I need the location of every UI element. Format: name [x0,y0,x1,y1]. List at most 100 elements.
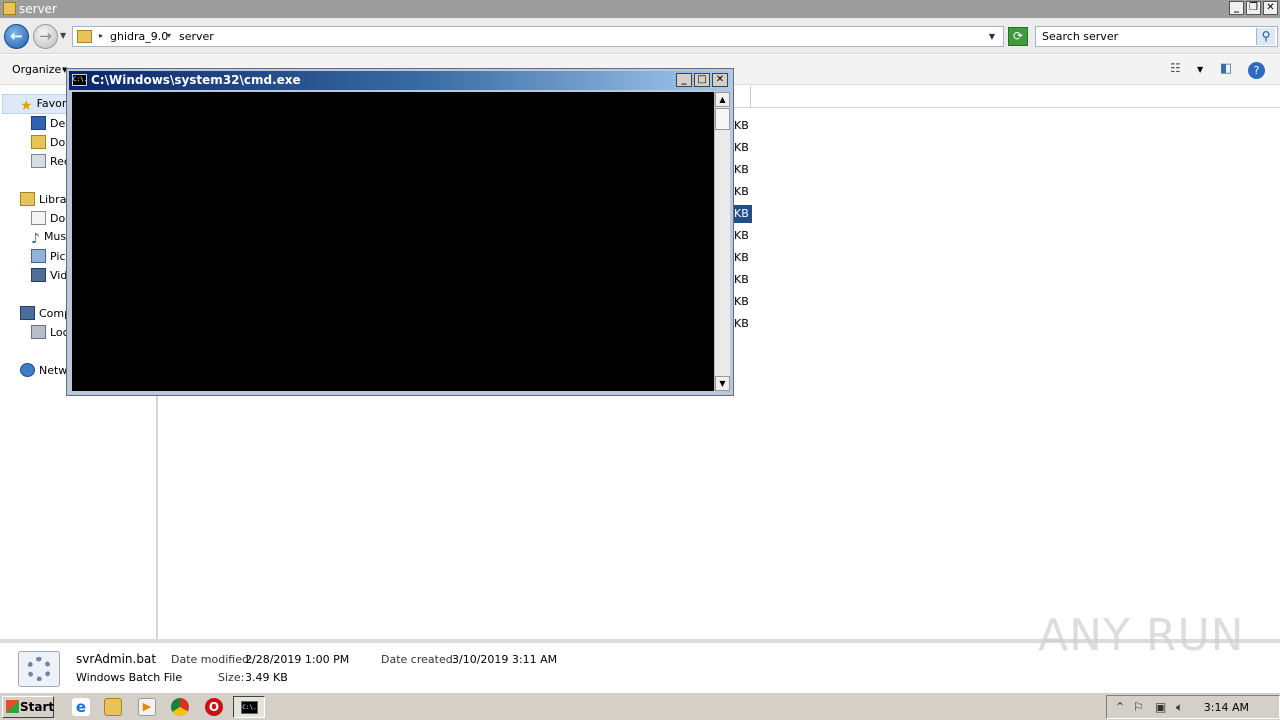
nav-local-disk[interactable]: Loc [31,325,69,343]
nav-computer[interactable]: Comp [20,306,71,324]
windows-logo-icon [6,700,19,713]
opera-icon[interactable]: O [205,698,223,716]
file-size-cell[interactable]: KB [734,139,749,157]
scroll-up-icon[interactable]: ▲ [715,92,730,107]
file-size-cell[interactable]: KB [734,227,749,245]
nav-network-label: Netw [39,364,68,377]
cmd-window[interactable]: C:\. C:\Windows\system32\cmd.exe _ □ ✕ ▲… [66,68,734,396]
nav-network[interactable]: Netw [20,363,67,381]
preview-pane-icon[interactable]: ◧ [1220,61,1232,76]
date-created-value: 3/10/2019 3:11 AM [452,653,558,666]
view-options-icon[interactable]: ☷ [1170,61,1181,75]
media-player-icon[interactable]: ▶ [138,698,156,716]
details-filename: svrAdmin.bat [76,652,157,666]
nav-libraries[interactable]: Librar [20,192,71,210]
date-created-label: Date created: [381,653,457,666]
nav-recent[interactable]: Rec [31,154,70,172]
volume-icon[interactable]: 🔈︎ [1176,700,1183,715]
back-button[interactable]: ← [4,24,29,49]
search-input[interactable] [1036,27,1256,46]
chevron-down-icon[interactable]: ▾ [167,31,171,40]
cmd-title: C:\Windows\system32\cmd.exe [91,73,301,87]
folder-icon [3,2,16,15]
cmd-minimize-button[interactable]: _ [676,73,692,87]
console-icon: C:\. [72,74,87,86]
system-tray: ⌃ ⚐ ▣ 🔈︎ 3:14 AM [1106,695,1280,719]
scroll-thumb[interactable] [715,108,730,130]
console-icon: C:\. [241,701,258,714]
file-size-cell[interactable]: KB [734,183,749,201]
start-label: Start [20,700,55,714]
scroll-down-icon[interactable]: ▼ [715,376,730,391]
nav-desktop[interactable]: Des [31,116,71,134]
network-tray-icon[interactable]: ▣ [1155,700,1166,714]
date-modified-label: Date modified: [171,653,253,666]
file-size-cell-selected[interactable]: KB [734,205,752,223]
computer-icon [20,306,35,320]
nav-music-label: Mus [43,230,67,243]
console-output[interactable] [72,92,714,391]
search-icon[interactable]: ⚲ [1256,28,1275,45]
watermark-logo: ANY RUN [1038,610,1245,661]
internet-explorer-icon[interactable]: e [72,698,90,716]
clock[interactable]: 3:14 AM [1204,701,1249,714]
libraries-icon [20,192,35,206]
start-button[interactable]: Start [2,696,54,718]
restore-button[interactable]: ❐ [1246,1,1261,15]
file-size-cell[interactable]: KB [734,117,749,135]
cmd-scrollbar[interactable]: ▲ ▼ [714,92,730,391]
chevron-down-icon[interactable]: ▼ [1197,65,1203,74]
address-dropdown-icon[interactable]: ▼ [989,32,995,41]
file-explorer-icon[interactable] [104,698,122,716]
size-label: Size: [218,671,245,684]
help-icon[interactable]: ? [1248,62,1265,79]
breadcrumb-server[interactable]: server [179,30,214,43]
nav-music[interactable]: ♪ Mus [31,230,66,248]
date-modified-value: 2/28/2019 1:00 PM [245,653,350,666]
taskbar: Start e ▶ O C:\. ⌃ ⚐ ▣ 🔈︎ 3:14 AM [0,692,1280,720]
folder-icon [77,30,92,43]
file-size-cell[interactable]: KB [734,249,749,267]
cmd-close-button[interactable]: ✕ [712,73,728,87]
recent-places-icon [31,154,46,168]
pictures-icon [31,249,46,263]
nav-pictures[interactable]: Pict [31,249,70,267]
music-icon: ♪ [31,231,40,247]
star-icon: ★ [20,98,33,114]
file-size-cell[interactable]: KB [734,293,749,311]
file-size-cell[interactable]: KB [734,271,749,289]
local-disk-icon [31,325,46,339]
breadcrumb-ghidra[interactable]: ghidra_9.0 [110,30,168,43]
address-input[interactable]: ▸ ghidra_9.0 ▾ server ▼ [72,26,1004,47]
minimize-button[interactable]: _ [1229,1,1244,15]
nav-favorites[interactable]: ★ Favori [20,97,69,115]
forward-button[interactable]: → [33,24,58,49]
documents-icon [31,211,46,225]
cmd-titlebar[interactable]: C:\. C:\Windows\system32\cmd.exe _ □ ✕ [69,71,731,90]
organize-button[interactable]: Organize [12,63,61,76]
gear-icon [27,657,51,681]
search-box[interactable]: ⚲ [1035,26,1278,47]
downloads-icon [31,135,46,149]
chrome-icon[interactable] [171,698,189,716]
show-hidden-icons-icon[interactable]: ⌃ [1115,700,1125,714]
close-button[interactable]: ✕ [1263,1,1278,15]
nav-favorites-label: Favori [36,97,70,110]
action-center-flag-icon[interactable]: ⚐ [1133,700,1144,714]
details-filetype: Windows Batch File [76,671,183,684]
network-icon [20,363,35,377]
refresh-button[interactable]: ⟳ [1008,27,1028,46]
address-bar-area: ← → ▼ ▸ ghidra_9.0 ▾ server ▼ ⟳ ⚲ [0,18,1280,54]
desktop-icon [31,116,46,130]
explorer-titlebar: server _ ❐ ✕ [0,0,1280,18]
batch-file-icon [18,651,60,687]
column-divider[interactable] [750,86,751,108]
history-dropdown-icon[interactable]: ▼ [60,31,66,40]
taskbar-cmd-button[interactable]: C:\. [233,696,265,718]
cmd-maximize-button[interactable]: □ [694,73,710,87]
file-size-cell[interactable]: KB [734,161,749,179]
file-size-cell[interactable]: KB [734,315,749,333]
videos-icon [31,268,46,282]
chevron-right-icon[interactable]: ▸ [99,31,103,40]
size-value: 3.49 KB [245,671,288,684]
